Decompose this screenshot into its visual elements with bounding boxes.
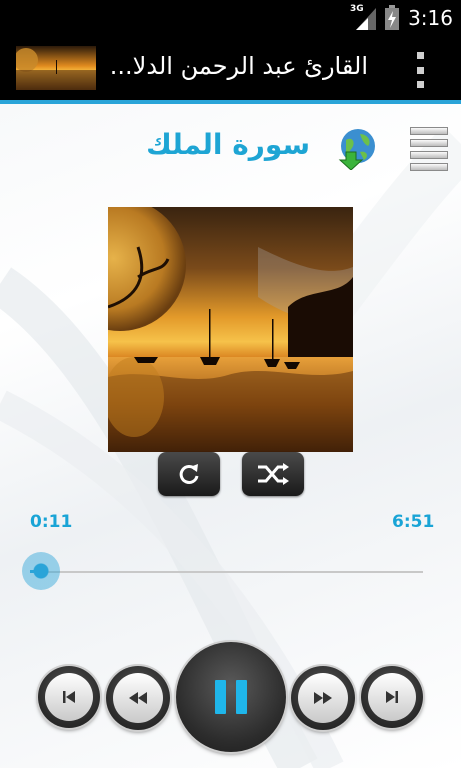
app-title: القارئ عبد الرحمن الدلا... xyxy=(109,52,368,80)
skip-previous-icon xyxy=(63,691,75,703)
total-time: 6:51 xyxy=(392,512,435,532)
repeat-icon xyxy=(179,464,199,484)
repeat-button[interactable] xyxy=(158,452,220,496)
shuffle-icon xyxy=(258,463,289,485)
current-time: 0:11 xyxy=(30,512,73,532)
seek-bar-thumb[interactable] xyxy=(21,552,60,590)
rewind-icon xyxy=(129,692,147,704)
pause-icon xyxy=(215,680,247,714)
fast-forward-button[interactable] xyxy=(291,666,355,730)
app-thumbnail-image xyxy=(16,46,96,90)
shuffle-button[interactable] xyxy=(242,452,304,496)
skip-next-icon xyxy=(386,691,398,703)
pause-button[interactable] xyxy=(176,642,286,752)
overflow-menu-icon[interactable] xyxy=(412,52,428,88)
status-bar: 3G 3:16 xyxy=(0,0,461,36)
list-menu-button[interactable] xyxy=(410,127,448,171)
clock: 3:16 xyxy=(408,6,453,30)
seek-bar-track[interactable] xyxy=(30,571,423,573)
globe-download-icon[interactable] xyxy=(338,126,378,170)
album-artwork xyxy=(108,207,353,452)
fast-forward-icon xyxy=(314,692,332,704)
skip-previous-button[interactable] xyxy=(38,666,100,728)
rewind-button[interactable] xyxy=(106,666,170,730)
action-bar: القارئ عبد الرحمن الدلا... xyxy=(0,36,461,104)
skip-next-button[interactable] xyxy=(361,666,423,728)
surah-title: سورة الملك xyxy=(146,128,310,161)
battery-icon xyxy=(385,5,399,30)
signal-icon xyxy=(356,8,376,30)
